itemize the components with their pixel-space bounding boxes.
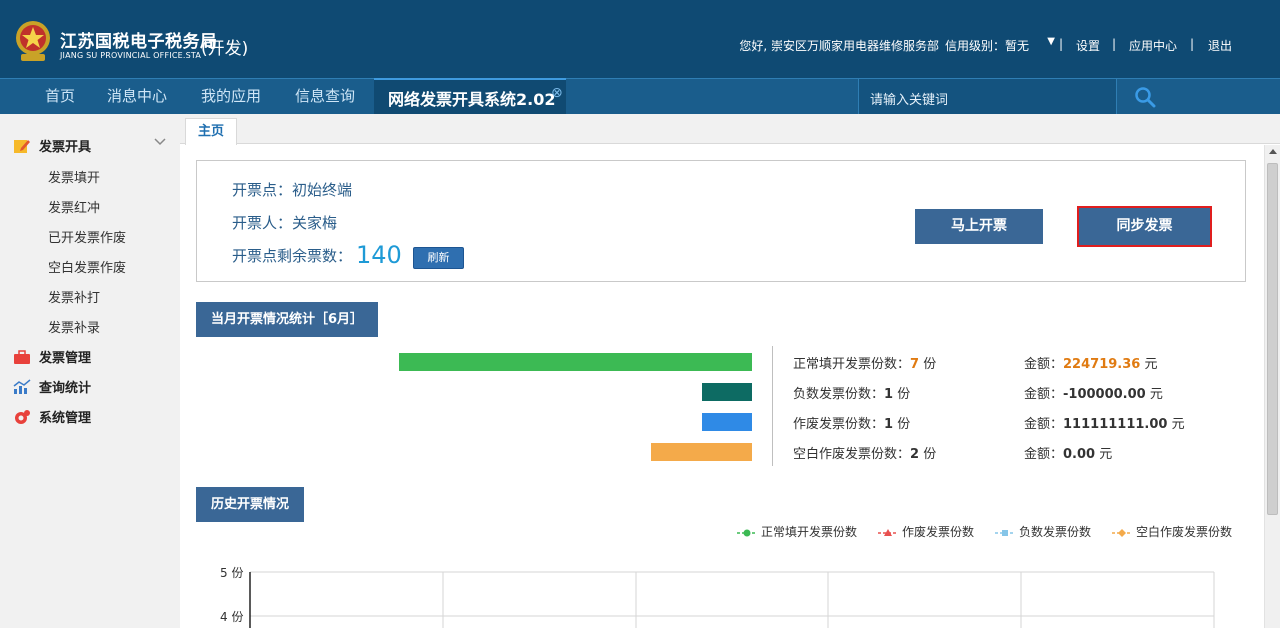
credit-level-text: 信用级别：暂无 <box>944 39 1029 53</box>
sidebar-item-fill-invoice[interactable]: 发票填开 <box>48 167 100 186</box>
edit-icon <box>14 140 30 153</box>
history-chart-grid <box>249 571 1215 628</box>
stat-count-text: 正常填开发票份数：7 份 <box>793 357 937 372</box>
logout-link[interactable]: 退出 <box>1208 37 1232 54</box>
stat-amount-text: 金额：224719.36 元 <box>1024 357 1158 372</box>
sync-invoice-button[interactable]: 同步发票 <box>1077 206 1212 247</box>
settings-link[interactable]: 设置 <box>1076 37 1100 54</box>
nav-info-query[interactable]: 信息查询 <box>295 85 355 106</box>
scroll-thumb[interactable] <box>1267 163 1278 515</box>
sidebar-item-supplement[interactable]: 发票补录 <box>48 317 100 336</box>
separator: | <box>1111 37 1116 51</box>
scroll-up-arrow-icon[interactable] <box>1269 149 1277 154</box>
legend-item[interactable]: 作废发票份数 <box>878 523 974 540</box>
monthly-stats-title: 当月开票情况统计［6月］ <box>196 302 379 337</box>
remaining-count: 140 <box>356 241 402 269</box>
nav-my-apps[interactable]: 我的应用 <box>201 85 261 106</box>
legend-item[interactable]: 空白作废发票份数 <box>1112 523 1232 540</box>
stat-amount-text: 金额：-100000.00 元 <box>1024 387 1163 402</box>
stat-bar <box>702 413 752 431</box>
stat-bar <box>399 353 752 371</box>
history-chart: 5 份 4 份 <box>180 555 1264 628</box>
issuer-value: 关家梅 <box>292 214 338 232</box>
search-placeholder: 请输入关键词 <box>870 93 949 108</box>
refresh-button[interactable]: 刷新 <box>413 247 464 269</box>
search-button[interactable] <box>1116 79 1176 114</box>
legend-item[interactable]: 正常填开发票份数 <box>737 523 857 540</box>
tab-home[interactable]: 主页 <box>185 118 237 145</box>
sidebar-group-query-stats[interactable]: 查询统计 <box>13 377 91 396</box>
search-input[interactable]: 请输入关键词 <box>858 79 1116 114</box>
issue-point-row: 开票点：初始终端 <box>232 179 352 200</box>
vertical-scrollbar[interactable] <box>1264 145 1280 628</box>
sidebar-group-system-management[interactable]: 系统管理 <box>13 407 91 426</box>
briefcase-icon <box>14 350 30 364</box>
close-tab-icon[interactable]: ⊗ <box>551 85 563 101</box>
chevron-down-icon[interactable] <box>154 138 166 146</box>
nav-home[interactable]: 首页 <box>45 85 75 106</box>
remaining-row: 开票点剩余票数： 140 <box>232 241 402 269</box>
sidebar-item-void-issued[interactable]: 已开发票作废 <box>48 227 126 246</box>
env-label: (开发) <box>201 39 249 59</box>
search-icon <box>1135 87 1156 108</box>
sidebar: 发票开具 发票填开 发票红冲 已开发票作废 空白发票作废 发票补打 发票补录 发… <box>0 114 180 628</box>
issue-point-card: 开票点：初始终端 开票人：关家梅 开票点剩余票数： 140 刷新 马上开票 同步发… <box>196 160 1246 282</box>
main-content: 开票点：初始终端 开票人：关家梅 开票点剩余票数： 140 刷新 马上开票 同步发… <box>180 145 1264 628</box>
stat-count-text: 负数发票份数：1 份 <box>793 387 911 402</box>
remaining-label: 开票点剩余票数： <box>232 247 353 265</box>
issue-now-button[interactable]: 马上开票 <box>915 209 1043 244</box>
top-header: 江苏国税电子税务局 JIANG SU PROVINCIAL OFFICE.STA… <box>0 0 1280 78</box>
issue-point-label: 开票点： <box>232 181 293 199</box>
site-title: 江苏国税电子税务局 <box>60 32 218 52</box>
issuer-row: 开票人：关家梅 <box>232 212 337 233</box>
nav-messages[interactable]: 消息中心 <box>107 85 167 106</box>
nav-active-tab[interactable]: 网络发票开具系统2.02 ⊗ <box>374 78 566 115</box>
credit-dropdown-icon[interactable]: ▼ <box>1047 36 1055 47</box>
stats-divider <box>772 346 773 466</box>
stat-bar <box>702 383 752 401</box>
stat-amount-text: 金额：0.00 元 <box>1024 447 1113 462</box>
issuer-label: 开票人： <box>232 214 293 232</box>
stat-count-text: 作废发票份数：1 份 <box>793 417 911 432</box>
legend-item[interactable]: 负数发票份数 <box>995 523 1091 540</box>
sidebar-group-invoice-management[interactable]: 发票管理 <box>13 347 91 366</box>
sidebar-group-label: 查询统计 <box>39 381 92 396</box>
sidebar-item-red-invoice[interactable]: 发票红冲 <box>48 197 100 216</box>
gear-icon <box>15 410 30 424</box>
sidebar-group-label: 发票管理 <box>39 351 92 366</box>
issue-point-value: 初始终端 <box>292 181 353 199</box>
tab-strip: 主页 <box>180 114 1280 145</box>
app-center-link[interactable]: 应用中心 <box>1129 37 1177 54</box>
sidebar-group-invoice-issue[interactable]: 发票开具 <box>13 136 91 155</box>
sidebar-item-void-blank[interactable]: 空白发票作废 <box>48 257 126 276</box>
site-subtitle: JIANG SU PROVINCIAL OFFICE.STA <box>60 51 202 60</box>
sidebar-group-label: 发票开具 <box>39 140 92 155</box>
chart-icon <box>13 379 31 394</box>
stat-amount-text: 金额：111111111.00 元 <box>1024 417 1185 432</box>
separator: | <box>1058 37 1063 51</box>
main-nav: 首页 消息中心 我的应用 信息查询 网络发票开具系统2.02 ⊗ 请输入关键词 <box>0 78 1280 115</box>
separator: | <box>1189 37 1194 51</box>
stat-bar <box>651 443 752 461</box>
stat-count-text: 空白作废发票份数：2 份 <box>793 447 937 462</box>
greeting-text: 您好, 崇安区万顺家用电器维修服务部 <box>739 39 939 53</box>
nav-active-label: 网络发票开具系统2.02 <box>388 90 556 109</box>
sidebar-item-reprint[interactable]: 发票补打 <box>48 287 100 306</box>
tax-emblem-icon <box>16 21 50 61</box>
history-title: 历史开票情况 <box>196 487 305 522</box>
sidebar-group-label: 系统管理 <box>39 411 92 426</box>
